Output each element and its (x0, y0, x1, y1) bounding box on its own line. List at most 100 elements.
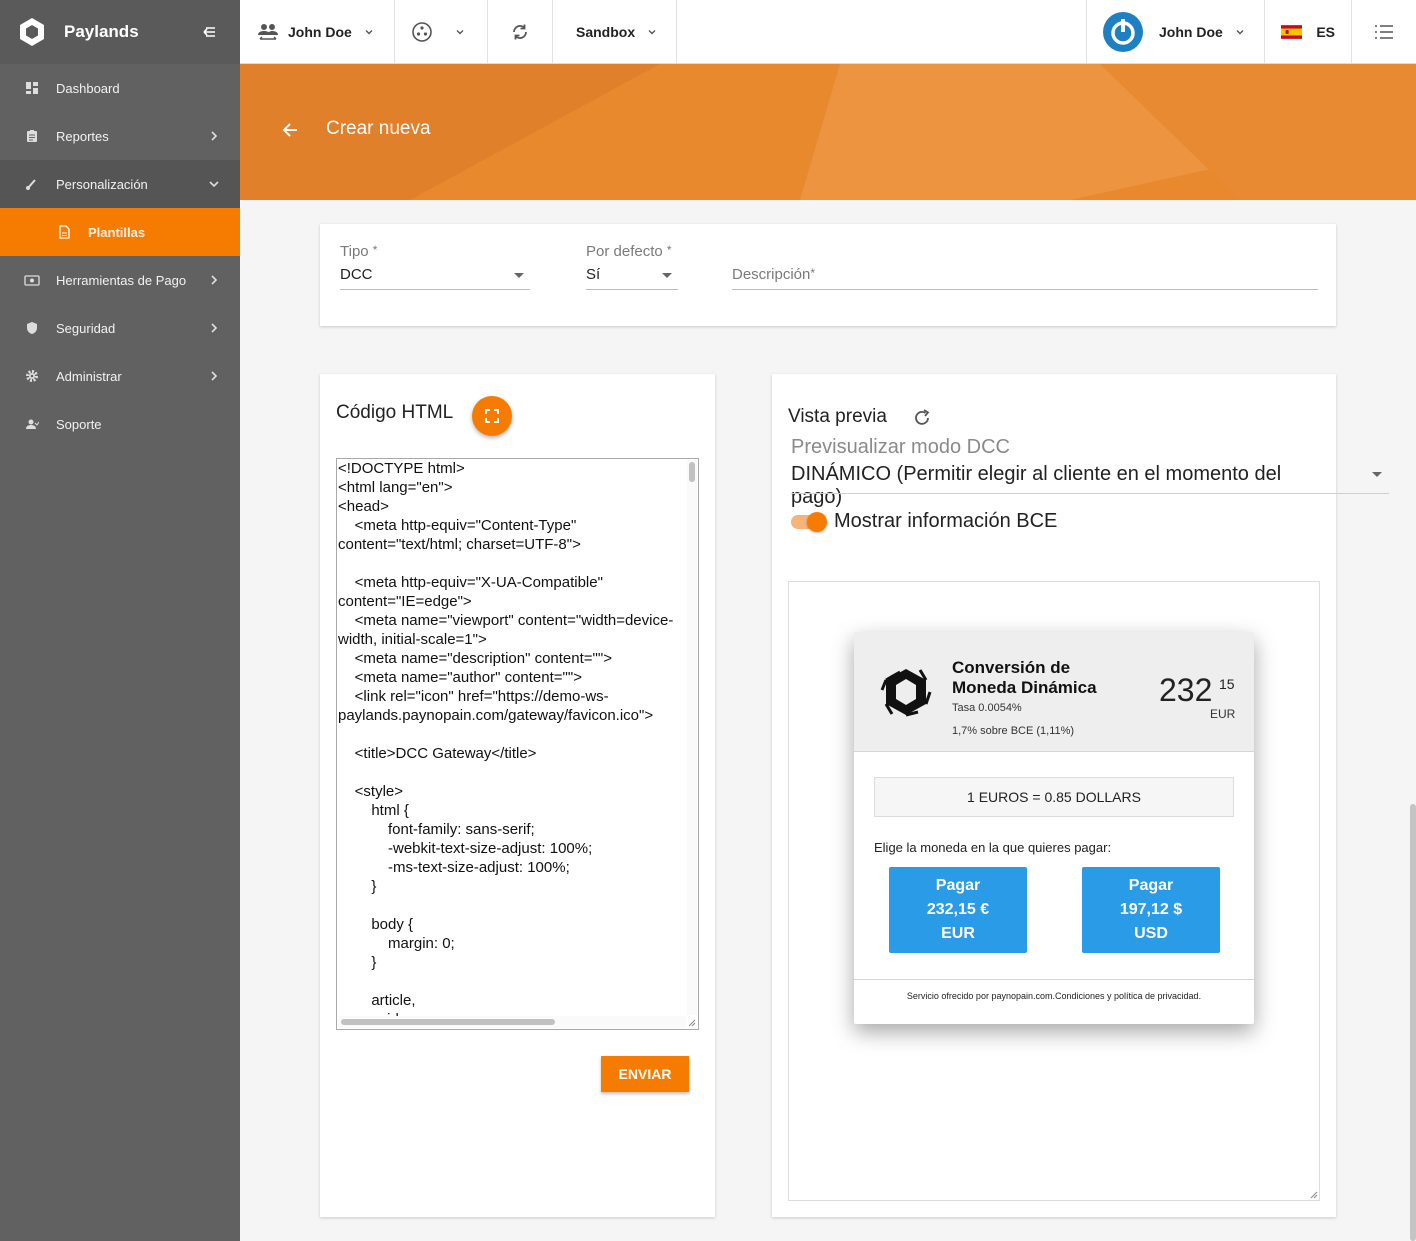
sidebar-item-administrar[interactable]: Administrar (0, 352, 240, 400)
sidebar-item-plantillas[interactable]: Plantillas (0, 208, 240, 256)
tipo-underline (340, 289, 530, 290)
dcc-widget: Conversión de Moneda Dinámica Tasa 0.005… (854, 632, 1254, 1024)
language-code: ES (1316, 23, 1335, 40)
sidebar-item-label: Seguridad (56, 320, 116, 336)
sidebar-item-label: Dashboard (56, 80, 120, 96)
chevron-right-icon (211, 323, 218, 333)
dcc-header: Conversión de Moneda Dinámica Tasa 0.005… (854, 632, 1254, 752)
page-scrollbar[interactable] (1410, 64, 1416, 1241)
sidebar-item-personalizacion[interactable]: Personalización (0, 160, 240, 208)
pay-usd-line1: Pagar (1128, 877, 1174, 894)
list-menu-button[interactable] (1352, 0, 1416, 63)
file-icon (56, 224, 72, 240)
sidebar-item-label: Soporte (56, 416, 102, 432)
toggle-knob (807, 512, 827, 532)
required-mark: * (372, 243, 378, 257)
chevron-right-icon (211, 131, 218, 141)
dashboard-icon (24, 80, 40, 96)
html-code-editor[interactable]: <!DOCTYPE html> <html lang="en"> <head> … (336, 458, 699, 1030)
descripcion-underline (732, 289, 1318, 290)
chevron-down-icon (1236, 29, 1244, 34)
sidebar-item-label: Reportes (56, 128, 109, 144)
sidebar-item-herramientas-de-pago[interactable]: Herramientas de Pago (0, 256, 240, 304)
sidebar-item-soporte[interactable]: Soporte (0, 400, 240, 448)
brand: Paylands (0, 0, 240, 64)
clipboard-icon (24, 128, 40, 144)
sidebar-item-reportes[interactable]: Reportes (0, 112, 240, 160)
preview-title: Vista previa (788, 406, 887, 427)
service-selector[interactable] (395, 0, 488, 63)
dropdown-arrow-icon (1372, 472, 1382, 477)
tipo-label-text: Tipo (340, 243, 369, 260)
spain-flag-icon (1281, 24, 1303, 39)
tipo-value: DCC (340, 266, 373, 283)
dcc-amount-cents: 15 (1219, 676, 1235, 692)
environment-name: Sandbox (576, 23, 636, 40)
dropdown-arrow-icon (662, 273, 672, 278)
payment-icon (24, 272, 40, 288)
chevron-down-icon (209, 181, 219, 188)
list-icon (1375, 24, 1393, 39)
sidebar-item-label: Administrar (56, 368, 122, 384)
brand-name: Paylands (64, 22, 139, 41)
preview-frame: Conversión de Moneda Dinámica Tasa 0.005… (788, 581, 1320, 1201)
vertical-scrollbar[interactable] (687, 460, 697, 1015)
user-menu[interactable]: John Doe (1087, 0, 1265, 63)
brush-icon (24, 176, 40, 192)
scrollbar-thumb[interactable] (689, 462, 695, 482)
html-code-card: Código HTML <!DOCTYPE html> <html lang="… (320, 374, 715, 1217)
scrollbar-thumb[interactable] (1410, 804, 1416, 1241)
template-settings-card: Tipo * DCC Por defecto * Sí Descripción* (320, 224, 1336, 326)
language-selector[interactable]: ES (1265, 0, 1352, 63)
html-code-content: <!DOCTYPE html> <html lang="en"> <head> … (338, 460, 674, 1028)
chevron-down-icon (365, 29, 373, 34)
dcc-footer[interactable]: Servicio ofrecido por paynopain.com.Cond… (854, 991, 1254, 1001)
chevron-down-icon (648, 29, 656, 34)
tipo-select[interactable]: Tipo * DCC (340, 243, 530, 290)
service-icon (412, 21, 432, 42)
sidebar-item-label: Plantillas (88, 224, 146, 240)
pay-eur-amount: 232,15 € (926, 901, 990, 918)
sync-button[interactable] (488, 0, 553, 63)
pay-usd-button[interactable]: Pagar 197,12 $ USD (1082, 867, 1220, 953)
por-defecto-select[interactable]: Por defecto * Sí (586, 243, 678, 290)
dcc-mode-underline (791, 493, 1389, 494)
pay-eur-currency: EUR (941, 925, 975, 942)
descripcion-field[interactable]: Descripción* (732, 243, 1318, 290)
paylands-logo-icon (20, 18, 44, 46)
resize-handle-icon[interactable] (1308, 1189, 1318, 1199)
fullscreen-button[interactable] (472, 396, 512, 436)
resize-handle-icon[interactable] (686, 1017, 696, 1027)
tipo-label: Tipo * (340, 243, 530, 260)
por-defecto-label-text: Por defecto (586, 243, 663, 260)
sidebar-item-seguridad[interactable]: Seguridad (0, 304, 240, 352)
topbar-spacer (677, 0, 1087, 63)
dcc-divider (854, 979, 1254, 980)
enviar-button[interactable]: ENVIAR (601, 1056, 689, 1092)
chevron-right-icon (211, 275, 218, 285)
back-arrow-icon[interactable] (280, 120, 300, 140)
refresh-icon[interactable] (912, 408, 932, 428)
pay-usd-amount: 197,12 $ (1119, 901, 1183, 918)
collapse-menu-icon[interactable] (198, 22, 218, 42)
account-selector[interactable]: John Doe (240, 0, 395, 63)
pay-eur-button[interactable]: Pagar 232,15 € EUR (889, 867, 1027, 953)
dcc-rate: Tasa 0.0054% (952, 702, 1022, 714)
por-defecto-underline (586, 289, 678, 290)
pay-eur-line1: Pagar (935, 877, 981, 894)
chevron-right-icon (211, 371, 218, 381)
horizontal-scrollbar[interactable] (338, 1016, 686, 1028)
scrollbar-thumb[interactable] (341, 1019, 555, 1025)
avatar (1103, 11, 1143, 52)
bce-toggle[interactable] (791, 512, 827, 532)
sidebar-item-dashboard[interactable]: Dashboard (0, 64, 240, 112)
dcc-mode-select[interactable]: DINÁMICO (Permitir elegir al cliente en … (791, 463, 1336, 509)
dcc-currency: EUR (1210, 707, 1236, 721)
environment-selector[interactable]: Sandbox (553, 0, 677, 63)
pay-usd-currency: USD (1134, 925, 1168, 942)
dcc-markup: 1,7% sobre BCE (1,11%) (952, 725, 1075, 737)
required-mark: * (810, 266, 816, 280)
bce-toggle-label: Mostrar información BCE (834, 510, 1058, 532)
sidebar: Paylands Dashboard Reportes Personalizac… (0, 0, 240, 1241)
sync-icon (513, 24, 527, 39)
